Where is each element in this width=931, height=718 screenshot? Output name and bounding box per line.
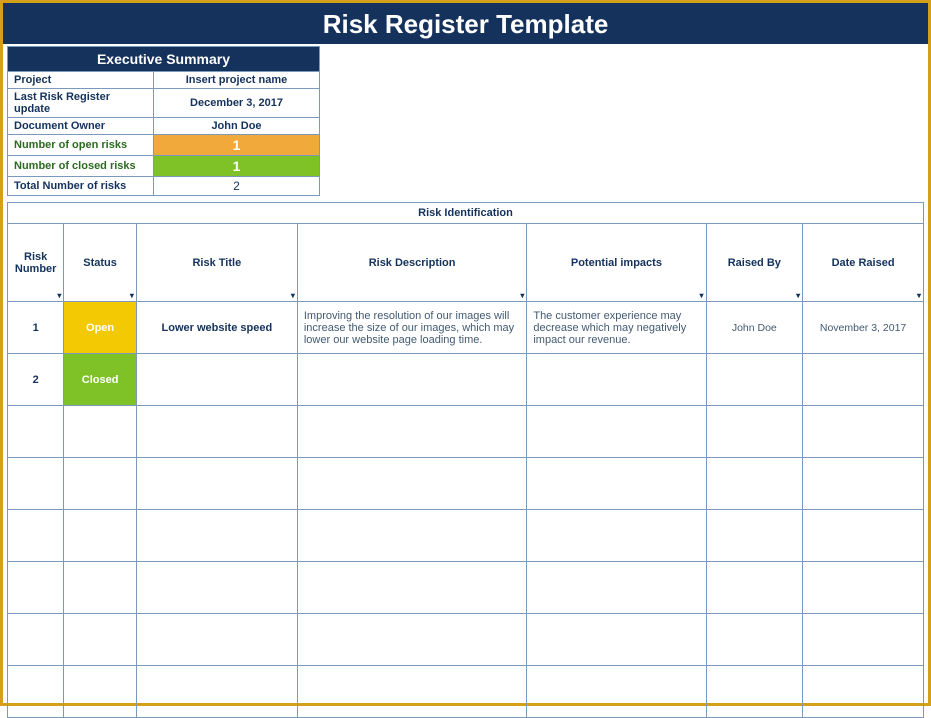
table-row [8, 458, 924, 510]
summary-owner-label: Document Owner [8, 118, 154, 135]
filter-icon[interactable]: ▾ [57, 291, 61, 300]
col-hdr-potential-impacts[interactable]: Potential impacts▾ [527, 224, 706, 302]
summary-owner-value[interactable]: John Doe [154, 118, 320, 135]
col-hdr-risk-number[interactable]: Risk Number▾ [8, 224, 64, 302]
col-hdr-raised-by[interactable]: Raised By▾ [706, 224, 803, 302]
filter-icon[interactable]: ▾ [917, 291, 921, 300]
summary-total-value: 2 [154, 177, 320, 196]
col-hdr-risk-title[interactable]: Risk Title▾ [136, 224, 297, 302]
risk-table: Risk Identification Risk Number▾ Status▾… [7, 202, 924, 718]
col-hdr-date-raised[interactable]: Date Raised▾ [803, 224, 924, 302]
cell-date-raised[interactable] [803, 354, 924, 406]
table-row: 2 Closed [8, 354, 924, 406]
summary-open-label: Number of open risks [8, 135, 154, 156]
summary-project-value[interactable]: Insert project name [154, 72, 320, 89]
cell-risk-description[interactable]: Improving the resolution of our images w… [297, 302, 526, 354]
filter-icon[interactable]: ▾ [796, 291, 800, 300]
summary-header: Executive Summary [8, 47, 320, 72]
cell-potential-impacts[interactable] [527, 354, 706, 406]
table-row [8, 510, 924, 562]
filter-icon[interactable]: ▾ [130, 291, 134, 300]
cell-risk-title[interactable] [136, 354, 297, 406]
table-row: 1 Open Lower website speed Improving the… [8, 302, 924, 354]
cell-risk-description[interactable] [297, 354, 526, 406]
filter-icon[interactable]: ▾ [291, 291, 295, 300]
cell-risk-number[interactable]: 1 [8, 302, 64, 354]
filter-icon[interactable]: ▾ [699, 291, 703, 300]
summary-open-value: 1 [154, 135, 320, 156]
summary-closed-value: 1 [154, 156, 320, 177]
table-row [8, 406, 924, 458]
filter-icon[interactable]: ▾ [520, 291, 524, 300]
summary-project-label: Project [8, 72, 154, 89]
table-row [8, 666, 924, 718]
cell-raised-by[interactable]: John Doe [706, 302, 803, 354]
cell-risk-number[interactable]: 2 [8, 354, 64, 406]
cell-raised-by[interactable] [706, 354, 803, 406]
table-row [8, 614, 924, 666]
col-hdr-risk-description[interactable]: Risk Description▾ [297, 224, 526, 302]
cell-status[interactable]: Open [64, 302, 136, 354]
page-title: Risk Register Template [323, 9, 609, 39]
col-hdr-status[interactable]: Status▾ [64, 224, 136, 302]
cell-status[interactable]: Closed [64, 354, 136, 406]
cell-date-raised[interactable]: November 3, 2017 [803, 302, 924, 354]
column-header-row: Risk Number▾ Status▾ Risk Title▾ Risk De… [8, 224, 924, 302]
summary-update-value[interactable]: December 3, 2017 [154, 89, 320, 118]
summary-closed-label: Number of closed risks [8, 156, 154, 177]
section-header-identification: Risk Identification [8, 203, 924, 224]
summary-update-label: Last Risk Register update [8, 89, 154, 118]
table-row [8, 562, 924, 614]
cell-potential-impacts[interactable]: The customer experience may decrease whi… [527, 302, 706, 354]
executive-summary-table: Executive Summary Project Insert project… [7, 46, 320, 196]
title-bar: Risk Register Template [3, 3, 928, 44]
summary-total-label: Total Number of risks [8, 177, 154, 196]
cell-risk-title[interactable]: Lower website speed [136, 302, 297, 354]
